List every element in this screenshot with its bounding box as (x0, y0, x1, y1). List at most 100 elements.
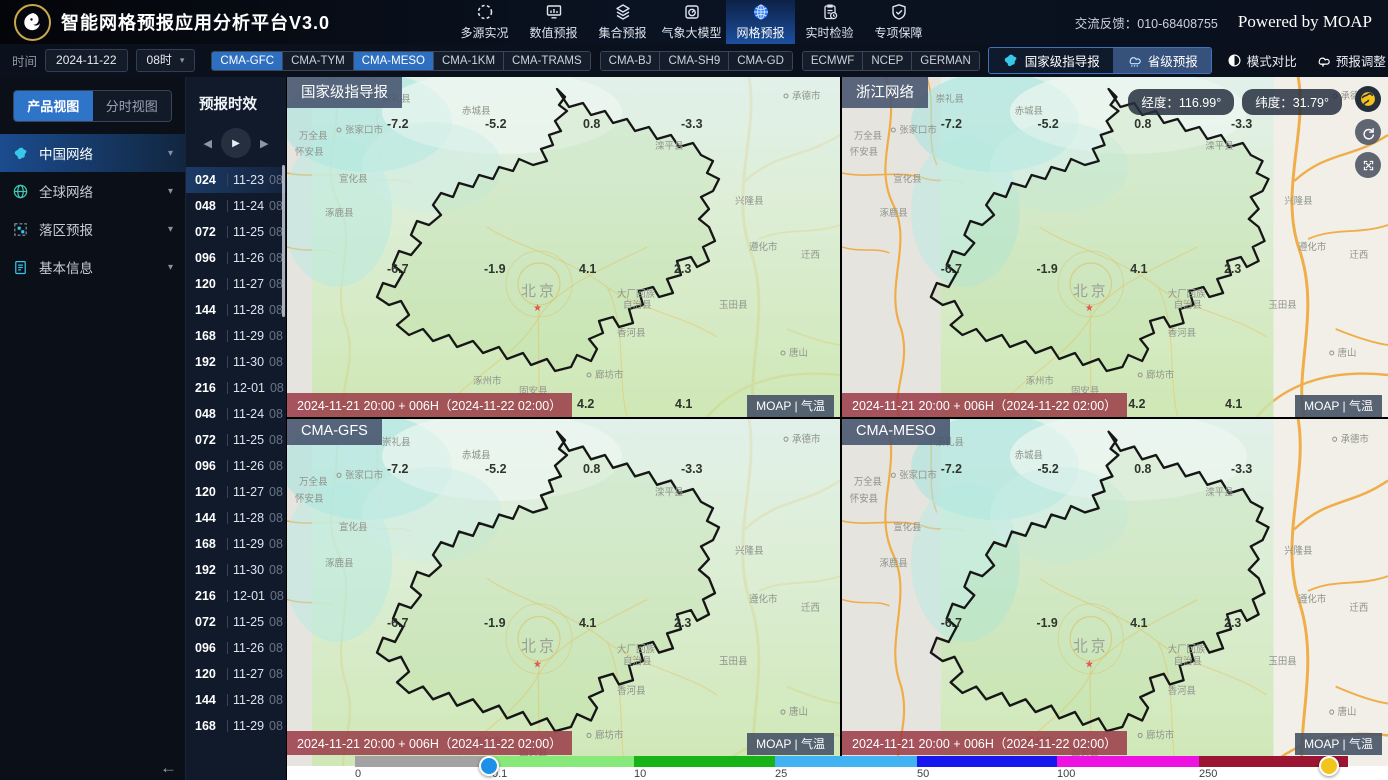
nav-item-5[interactable]: 网格预报 (726, 0, 795, 44)
nav-item-6[interactable]: 实时检验 (795, 0, 864, 44)
svg-text:-1.9: -1.9 (1037, 615, 1058, 631)
scale-min-handle[interactable] (479, 756, 499, 776)
latitude-badge: 纬度：31.79° (1242, 89, 1342, 115)
nav-item-1[interactable]: 多源实况 (450, 0, 519, 44)
undo-button[interactable] (1355, 119, 1381, 145)
model-button[interactable]: CMA-BJ (600, 51, 661, 70)
model-button[interactable]: GERMAN (912, 51, 979, 70)
forecast-date: 11-28 (233, 303, 265, 317)
svg-text:自治县: 自治县 (623, 299, 652, 311)
model-button[interactable]: CMA-SH9 (660, 51, 730, 70)
model-button[interactable]: CMA-1KM (434, 51, 505, 70)
forecast-time-row[interactable]: 096 11-26 08 (186, 453, 286, 479)
forecast-time-row[interactable]: 048 11-24 08 (186, 401, 286, 427)
svg-text:唐山: 唐山 (789, 347, 808, 359)
forecast-hour: 120 (195, 277, 216, 291)
svg-text:-6.7: -6.7 (941, 615, 962, 631)
svg-text:赤城县: 赤城县 (462, 106, 491, 117)
svg-text:承德市: 承德市 (1341, 432, 1369, 445)
hour-select[interactable]: 08时 ▾ (135, 49, 196, 72)
forecast-time-row[interactable]: 216 12-01 08 (186, 375, 286, 401)
model-button[interactable]: CMA-MESO (353, 51, 434, 70)
forecast-time-row[interactable]: 144 11-28 08 (186, 297, 286, 323)
svg-text:迁西: 迁西 (1349, 250, 1368, 261)
nav-item-3[interactable]: 集合预报 (588, 0, 657, 44)
model-button[interactable]: CMA-GFC (212, 51, 284, 70)
forecast-time-row[interactable]: 072 11-25 08 (186, 219, 286, 245)
map-panel-2[interactable]: 崇礼县赤城县承德市张家口市万全县怀安县宣化县涿鹿县滦平县兴隆县遵化市迁西玉田县唐… (842, 77, 1388, 417)
step-back-button[interactable]: ◀ (204, 137, 212, 150)
svg-text:大厂回族: 大厂回族 (617, 642, 655, 655)
model-button[interactable]: NCEP (863, 51, 913, 70)
forecast-time-row[interactable]: 168 11-29 08 (186, 713, 286, 739)
source-badge: MOAP | 气温 (747, 395, 834, 417)
nav-item-7[interactable]: 专项保障 (864, 0, 933, 44)
model-button[interactable]: CMA-TRAMS (504, 51, 590, 70)
sidebar-item-2[interactable]: 全球网络 ▾ (0, 172, 185, 210)
map-panel-4[interactable]: 崇礼县 赤城县 承德市 张家口市 万全县 怀安县 宣化县 涿鹿县 滦平县 兴隆县 遵化市 迁西 玉田县唐… (842, 419, 1388, 780)
svg-text:宣化县: 宣化县 (339, 173, 368, 185)
forecast-time-row[interactable]: 192 11-30 08 (186, 349, 286, 375)
basemap-button[interactable] (1355, 86, 1381, 112)
model-button[interactable]: CMA-TYM (283, 51, 354, 70)
forecast-time-row[interactable]: 096 11-26 08 (186, 245, 286, 271)
svg-text:4.2: 4.2 (1128, 397, 1145, 411)
forecast-time-row[interactable]: 168 11-29 08 (186, 531, 286, 557)
forecast-time-row[interactable]: 144 11-28 08 (186, 505, 286, 531)
nav-item-4[interactable]: 气象大模型 (657, 0, 726, 44)
forecast-date: 11-24 (233, 407, 265, 421)
forecast-date: 11-27 (233, 667, 265, 681)
svg-text:4.1: 4.1 (579, 262, 596, 276)
svg-text:万全县: 万全县 (854, 130, 882, 142)
level-toggle-2[interactable]: 省级预报 (1112, 48, 1211, 73)
step-forward-button[interactable]: ▶ (260, 137, 268, 150)
svg-text:赤城县: 赤城县 (462, 449, 491, 461)
nav-item-label: 集合预报 (598, 26, 647, 40)
toolbar-right: 国家级指导报省级预报 模式对比预报调整国省对比 (987, 44, 1388, 77)
forecast-time-row[interactable]: 096 11-26 08 (186, 635, 286, 661)
svg-text:-3.3: -3.3 (1231, 461, 1252, 477)
toolbar-actions: 模式对比预报调整国省对比 (1227, 51, 1388, 70)
sidebar-item-3[interactable]: 落区预报 ▾ (0, 210, 185, 248)
sidebar-menu: 中国网络 ▾ 全球网络 ▾ 落区预报 ▾ 基本信息 ▾ (0, 134, 185, 286)
level-toggle-1[interactable]: 国家级指导报 (988, 48, 1113, 73)
model-button[interactable]: ECMWF (802, 51, 864, 70)
svg-text:2.3: 2.3 (1224, 615, 1241, 631)
svg-text:0.8: 0.8 (1134, 117, 1151, 131)
forecast-time-row[interactable]: 144 11-28 08 (186, 687, 286, 713)
sidebar-tab-2[interactable]: 分时视图 (92, 91, 171, 121)
forecast-time-row[interactable]: 168 11-29 08 (186, 323, 286, 349)
forecast-time-row[interactable]: 120 11-27 08 (186, 271, 286, 297)
play-button[interactable]: ▶ (221, 128, 251, 158)
forecast-time-row[interactable]: 048 11-24 08 (186, 193, 286, 219)
forecast-time-row[interactable]: 120 11-27 08 (186, 661, 286, 687)
date-input[interactable]: 2024-11-22 (45, 49, 128, 72)
sidebar-collapse-button[interactable]: ← (160, 758, 177, 778)
sidebar-tab-1[interactable]: 产品视图 (14, 91, 93, 121)
forecast-hour: 096 (195, 641, 216, 655)
scale-max-handle[interactable] (1319, 756, 1339, 776)
sidebar-item-1[interactable]: 中国网络 ▾ (0, 134, 185, 172)
sidebar-item-4[interactable]: 基本信息 ▾ (0, 248, 185, 286)
forecast-hour: 072 (195, 615, 216, 629)
nav-item-2[interactable]: 数值预报 (519, 0, 588, 44)
forecast-time-row[interactable]: 216 12-01 08 (186, 583, 286, 609)
action-2-button[interactable]: 预报调整 (1315, 51, 1386, 70)
map-panel-1[interactable]: 崇礼县赤城县承德市张家口市万全县怀安县宣化县涿鹿县滦平县兴隆县遵化市迁西玉田县唐… (287, 77, 840, 417)
map-panel-3[interactable]: 崇礼县 赤城县 承德市 张家口市 万全县 怀安县 宣化县 涿鹿县 滦平县 兴隆县 遵化市 迁西 玉田县唐… (287, 419, 840, 780)
svg-text:-1.9: -1.9 (1037, 262, 1058, 276)
forecast-time-row[interactable]: 120 11-27 08 (186, 479, 286, 505)
forecast-time-row[interactable]: 072 11-25 08 (186, 427, 286, 453)
ensemble-icon (614, 3, 632, 21)
forecast-scrollbar[interactable] (282, 165, 285, 317)
forecast-hour: 144 (195, 303, 216, 317)
forecast-time-row[interactable]: 024 11-23 08 (186, 167, 286, 193)
svg-text:唐山: 唐山 (1338, 347, 1357, 359)
forecast-time-row[interactable]: 072 11-25 08 (186, 609, 286, 635)
action-1-button[interactable]: 模式对比 (1227, 51, 1297, 70)
svg-text:怀安县: 怀安县 (850, 491, 878, 504)
forecast-time-row[interactable]: 192 11-30 08 (186, 557, 286, 583)
expand-button[interactable] (1355, 152, 1381, 178)
row-divider (227, 616, 228, 628)
model-button[interactable]: CMA-GD (729, 51, 792, 70)
